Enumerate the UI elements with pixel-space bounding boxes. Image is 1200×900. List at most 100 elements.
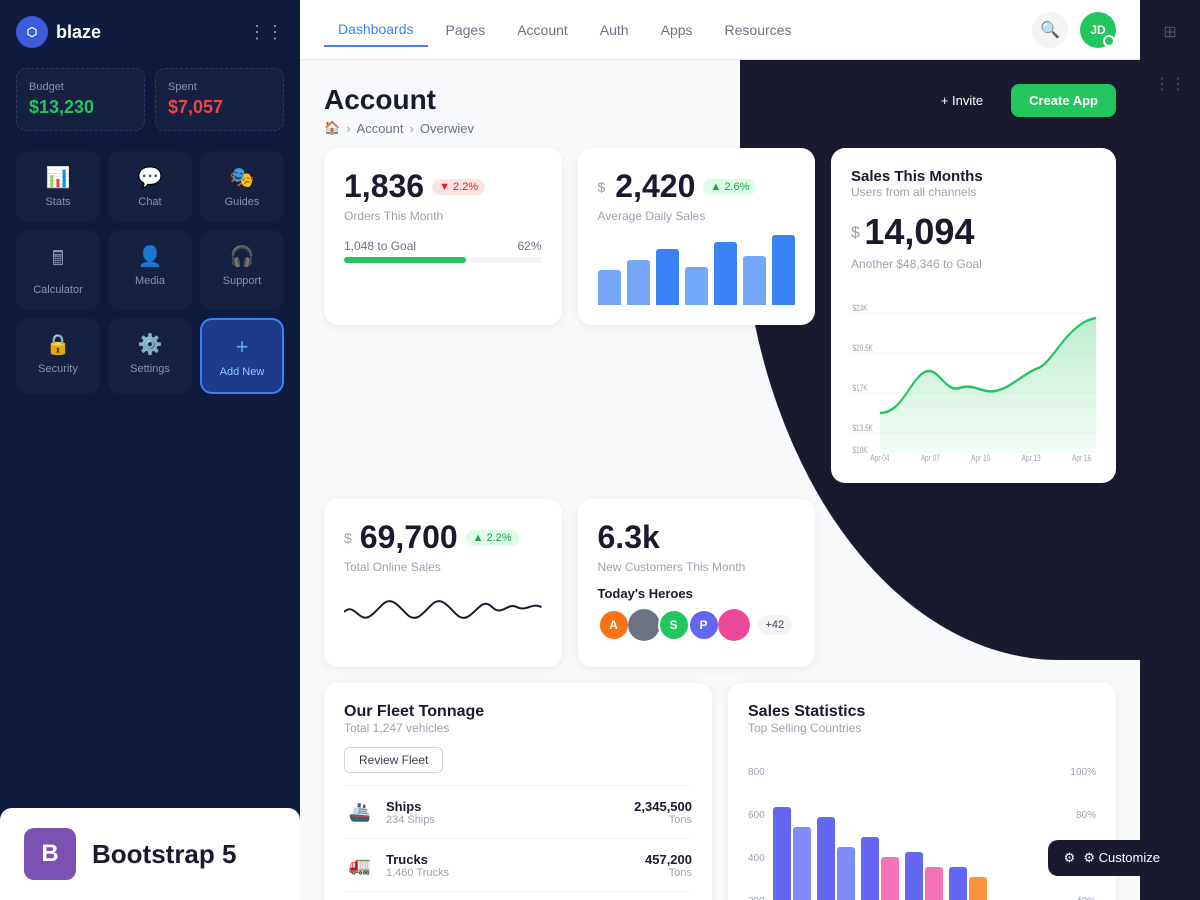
bootstrap-icon: B [24, 828, 76, 880]
customize-label: ⚙ Customize [1083, 850, 1160, 866]
progress-bar-fill [344, 257, 466, 263]
bar-7 [772, 235, 795, 305]
nav-pages[interactable]: Pages [432, 14, 500, 46]
nav-resources[interactable]: Resources [711, 14, 806, 46]
logo: ⬡ blaze [16, 16, 101, 48]
progress-bar-bg [344, 257, 542, 263]
sidebar-item-label: Media [135, 275, 165, 287]
chat-icon: 💬 [138, 165, 163, 190]
bootstrap-text: Bootstrap 5 [92, 839, 236, 870]
bootstrap-badge: B Bootstrap 5 [0, 808, 300, 900]
sales-stats-title: Sales Statistics [748, 703, 1096, 721]
nav-grid: 📊 Stats 💬 Chat 🎭 Guides 🖩 Calculator 👤 M… [16, 151, 284, 394]
online-sales-value: 69,700 [360, 519, 458, 556]
budget-row: Budget $13,230 Spent $7,057 [16, 68, 284, 131]
page-title: Account [324, 84, 474, 116]
settings-icon: ⚙️ [138, 332, 163, 357]
daily-sales-label: Average Daily Sales [598, 209, 796, 223]
sidebar-item-guides[interactable]: 🎭 Guides [200, 151, 284, 222]
sidebar-item-label: Settings [130, 363, 170, 375]
daily-sales-card: $ 2,420 ▲ 2.6% Average Daily Sales [578, 148, 816, 325]
logo-text: blaze [56, 22, 101, 43]
customize-button[interactable]: ⚙ ⚙ Customize [1048, 840, 1176, 876]
topnav-actions: 🔍 JD [1032, 12, 1116, 48]
orders-progress: 1,048 to Goal 62% [344, 239, 542, 263]
breadcrumb-account[interactable]: Account [357, 121, 404, 136]
heroes-row: A S P +42 [598, 609, 796, 641]
ships-sub: 234 Ships [386, 814, 435, 826]
breadcrumb: 🏠 › Account › Overwiev [324, 120, 474, 136]
nav-auth[interactable]: Auth [586, 14, 643, 46]
hero-3: S [658, 609, 690, 641]
sidebar-item-label: Support [223, 275, 262, 287]
svg-text:$24K: $24K [852, 303, 868, 313]
breadcrumb-home[interactable]: 🏠 [324, 120, 340, 136]
sidebar-item-label: Calculator [33, 284, 83, 296]
sales-month-sub: Users from all channels [851, 185, 1096, 199]
svg-text:Apr 04: Apr 04 [870, 453, 890, 463]
ships-name: Ships [386, 799, 435, 814]
user-avatar[interactable]: JD [1080, 12, 1116, 48]
bar-5 [714, 242, 737, 305]
sidebar-item-label: Security [38, 363, 78, 375]
security-icon: 🔒 [46, 332, 71, 357]
search-button[interactable]: 🔍 [1032, 12, 1068, 48]
create-app-button[interactable]: Create App [1011, 84, 1116, 117]
sidebar-menu-icon[interactable]: ⋮⋮ [248, 22, 284, 43]
guides-icon: 🎭 [230, 165, 255, 190]
calculator-icon: 🖩 [52, 244, 64, 278]
bar-4 [685, 267, 708, 306]
support-icon: 🎧 [230, 244, 255, 269]
spent-amount: $7,057 [168, 97, 271, 118]
sidebar-item-support[interactable]: 🎧 Support [200, 230, 284, 310]
sales-stats-chart: 800 600 400 200 [748, 747, 1096, 900]
budget-card: Budget $13,230 [16, 68, 145, 131]
sidebar-item-media[interactable]: 👤 Media [108, 230, 192, 310]
bar-6 [743, 256, 766, 305]
trucks-name: Trucks [386, 852, 449, 867]
heroes-title: Today's Heroes [598, 586, 796, 601]
hero-1: A [598, 609, 630, 641]
progress-text: 1,048 to Goal [344, 239, 416, 253]
ships-unit: Tons [634, 814, 692, 826]
bar-2 [627, 260, 650, 306]
new-customers-value: 6.3k [598, 519, 796, 556]
sidebar-item-security[interactable]: 🔒 Security [16, 318, 100, 394]
orders-card: 1,836 ▼ 2.2% Orders This Month 1,048 to … [324, 148, 562, 325]
sidebar-item-add-new[interactable]: + Add New [200, 318, 284, 394]
orders-label: Orders This Month [344, 209, 542, 223]
main: Dashboards Pages Account Auth Apps Resou… [300, 0, 1140, 900]
right-panel-icon-1[interactable]: ⊞ [1154, 16, 1186, 48]
daily-sales-chart [598, 235, 796, 305]
sidebar-item-calculator[interactable]: 🖩 Calculator [16, 230, 100, 310]
os-dollar: $ [344, 530, 352, 546]
fleet-title: Our Fleet Tonnage [344, 703, 692, 721]
sidebar-item-stats[interactable]: 📊 Stats [16, 151, 100, 222]
sidebar-item-chat[interactable]: 💬 Chat [108, 151, 192, 222]
sidebar-item-label: Guides [225, 196, 260, 208]
page-actions: + Invite Create App [923, 84, 1116, 117]
orders-badge: ▼ 2.2% [432, 179, 485, 195]
nav-apps[interactable]: Apps [647, 14, 707, 46]
hero-4: P [688, 609, 720, 641]
customize-icon: ⚙ [1064, 850, 1076, 866]
new-customers-label: New Customers This Month [598, 560, 796, 574]
sidebar-header: ⬡ blaze ⋮⋮ [16, 16, 284, 48]
sidebar-item-settings[interactable]: ⚙️ Settings [108, 318, 192, 394]
daily-sales-value: 2,420 [615, 168, 695, 205]
media-icon: 👤 [138, 244, 163, 269]
add-new-icon: + [236, 334, 249, 360]
review-fleet-button[interactable]: Review Fleet [344, 747, 443, 773]
svg-text:Apr 10: Apr 10 [971, 453, 991, 463]
right-panel-icon-2[interactable]: ⋮⋮ [1154, 68, 1186, 100]
online-sales-card: $ 69,700 ▲ 2.2% Total Online Sales [324, 499, 562, 667]
online-sales-sparkline [344, 582, 542, 642]
budget-amount: $13,230 [29, 97, 132, 118]
nav-dashboards[interactable]: Dashboards [324, 13, 428, 47]
nav-account[interactable]: Account [503, 14, 582, 46]
online-sales-badge: ▲ 2.2% [466, 530, 519, 546]
invite-button[interactable]: + Invite [923, 84, 1001, 117]
online-sales-label: Total Online Sales [344, 560, 542, 574]
progress-pct: 62% [517, 239, 541, 253]
topnav: Dashboards Pages Account Auth Apps Resou… [300, 0, 1140, 60]
